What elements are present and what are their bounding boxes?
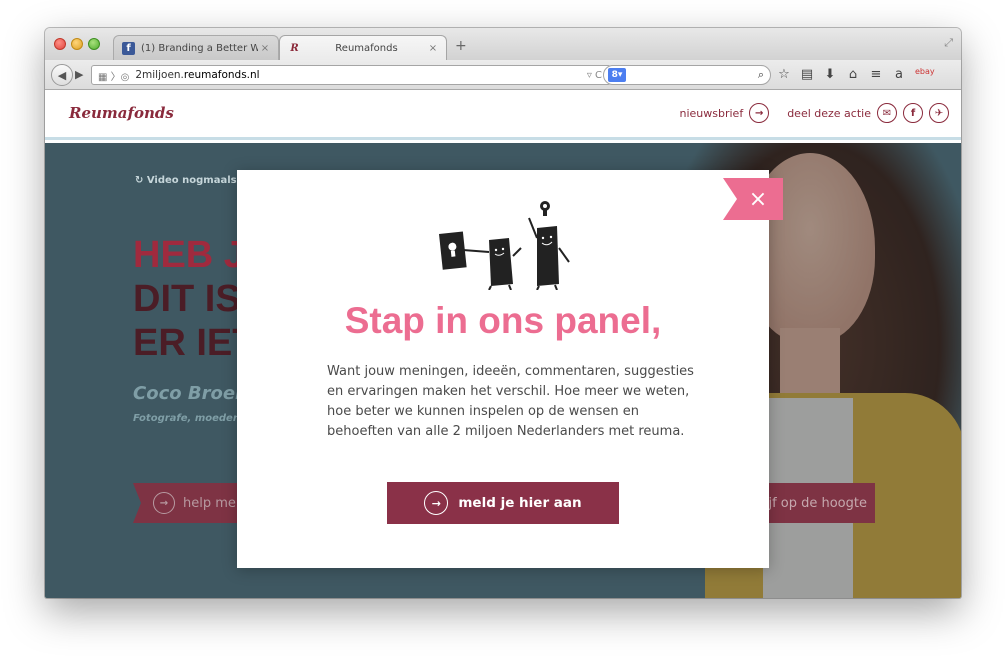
back-button[interactable]: ◀ — [51, 64, 73, 86]
search-bar[interactable]: 8▾ ⌕ — [603, 65, 771, 85]
back-arrow-icon: ◀ — [57, 68, 67, 82]
panel-modal: Stap in ons panel, Want jouw meningen, i… — [237, 170, 769, 568]
ebay-icon[interactable]: ebay — [915, 67, 935, 82]
close-window-button[interactable] — [54, 38, 66, 50]
hero-person-subtitle: Fotografe, moeder e — [133, 413, 249, 424]
modal-body-text: Want jouw meningen, ideeën, commentaren,… — [327, 364, 694, 439]
twitter-share-icon[interactable]: ✈ — [929, 103, 949, 123]
home-icon[interactable]: ⌂ — [846, 67, 860, 82]
toolbar-icons: ☆ ▤ ⬇ ⌂ ≡ a ebay — [777, 67, 935, 82]
tab-title: (1) Branding a Better World — [141, 42, 258, 54]
facebook-icon: f — [122, 41, 135, 55]
reload-icon[interactable]: ▿ C — [587, 70, 602, 81]
panel-characters-illustration — [439, 201, 570, 290]
arrow-right-icon: → — [153, 492, 175, 514]
url-host: reumafonds.nl — [183, 69, 260, 81]
globe-icon: ▦ 〉◎ — [98, 71, 130, 83]
header-links: nieuwsbrief → deel deze actie ✉ f ✈ — [680, 103, 949, 123]
arrow-right-icon: → — [424, 491, 449, 515]
address-bar[interactable]: ▦ 〉◎ 2miljoen. reumafonds.nl ▿ C — [91, 65, 611, 85]
arrow-right-icon[interactable]: → — [749, 103, 770, 123]
title-bar: f (1) Branding a Better World × R Reumaf… — [45, 28, 961, 60]
tab-facebook[interactable]: f (1) Branding a Better World × — [113, 35, 279, 60]
download-icon[interactable]: ⬇ — [823, 67, 837, 82]
browser-window: f (1) Branding a Better World × R Reumaf… — [45, 28, 961, 598]
bookmark-star-icon[interactable]: ☆ — [777, 67, 791, 82]
mail-icon[interactable]: ✉ — [877, 103, 897, 123]
site-header: Reumafonds nieuwsbrief → deel deze actie… — [45, 90, 961, 140]
reumafonds-icon: R — [290, 42, 299, 54]
minimize-window-button[interactable] — [71, 38, 83, 50]
tab-close-icon[interactable]: × — [258, 43, 272, 54]
facebook-share-icon[interactable]: f — [903, 103, 923, 123]
navigation-bar: ◀ ▶ ▦ 〉◎ 2miljoen. reumafonds.nl ▿ C 8▾ ⌕… — [45, 60, 961, 90]
modal-title: Stap in ons panel, — [344, 300, 662, 341]
search-engine-icon[interactable]: 8▾ — [608, 68, 626, 82]
bookmarks-icon[interactable]: ▤ — [800, 67, 814, 82]
fullscreen-icon[interactable]: ⤢ — [944, 36, 953, 50]
tab-reumafonds[interactable]: R Reumafonds × — [279, 35, 447, 60]
tab-title: Reumafonds — [335, 42, 398, 54]
close-icon: × — [748, 186, 768, 212]
search-icon[interactable]: ⌕ — [758, 68, 764, 82]
url-prefix: 2miljoen. — [135, 69, 184, 81]
menu-icon[interactable]: ≡ — [869, 67, 883, 82]
sign-up-button[interactable]: → meld je hier aan — [387, 482, 619, 524]
newsletter-link[interactable]: nieuwsbrief — [680, 107, 744, 120]
forward-button[interactable]: ▶ — [75, 68, 83, 81]
amazon-icon[interactable]: a — [892, 67, 906, 82]
web-page: Reumafonds nieuwsbrief → deel deze actie… — [45, 90, 961, 598]
site-logo[interactable]: Reumafonds — [69, 104, 174, 122]
tab-close-icon[interactable]: × — [426, 43, 440, 54]
share-link[interactable]: deel deze actie — [787, 107, 871, 120]
new-tab-button[interactable]: + — [455, 38, 467, 54]
zoom-window-button[interactable] — [88, 38, 100, 50]
